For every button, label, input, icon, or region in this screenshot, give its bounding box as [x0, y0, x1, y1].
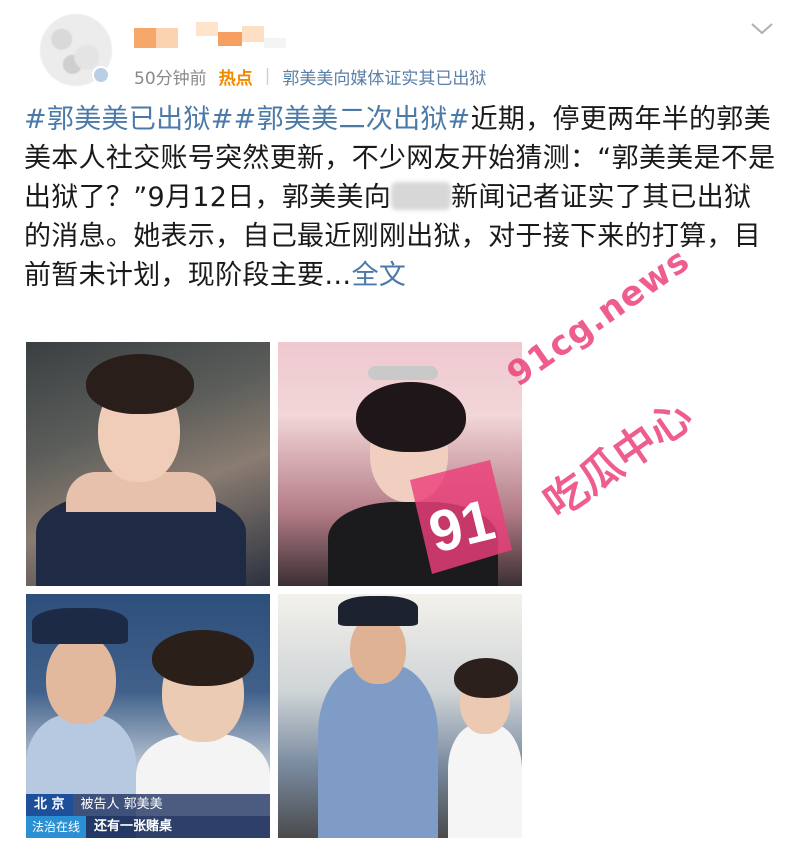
hashtag-link[interactable]: #郭美美已出狱# — [24, 104, 234, 135]
officer-body — [318, 664, 438, 838]
photo-subject-hair — [454, 658, 518, 698]
post-time: 50分钟前 — [134, 68, 207, 89]
photo-subject-hair — [152, 630, 254, 686]
verified-badge-icon — [92, 66, 110, 84]
meta-separator: | — [264, 66, 271, 86]
redacted-media-name — [391, 182, 452, 210]
hot-label[interactable]: 热点 — [219, 64, 253, 89]
post-meta: 50分钟前 热点 | 郭美美向媒体证实其已出狱 — [134, 62, 486, 90]
hashtag-link[interactable]: #郭美美二次出狱# — [234, 104, 471, 135]
officer-face — [46, 634, 116, 724]
topic-link[interactable]: 郭美美向媒体证实其已出狱 — [282, 64, 486, 89]
sunglasses — [368, 366, 438, 380]
post-photo[interactable]: 北 京 被告人 郭美美 法治在线 还有一张赌桌 — [26, 594, 270, 838]
officer-cap — [338, 596, 418, 626]
post-body: #郭美美已出狱##郭美美二次出狱#近期，停更两年半的郭美美本人社交账号突然更新，… — [24, 100, 776, 295]
officer-cap — [32, 608, 128, 644]
post-photo[interactable] — [278, 594, 522, 838]
chevron-down-icon[interactable] — [750, 22, 774, 36]
photo-subject-hair — [356, 382, 466, 452]
watermark-name: 吃瓜中心 — [535, 391, 701, 528]
news-banner: 北 京 被告人 郭美美 — [26, 794, 270, 816]
username-redacted[interactable] — [134, 22, 304, 52]
post-photo[interactable] — [26, 342, 270, 586]
news-caption: 被告人 郭美美 — [72, 794, 270, 816]
full-text-link[interactable]: 全文 — [352, 260, 407, 291]
news-subtitle-bar: 法治在线 还有一张赌桌 — [26, 816, 270, 838]
news-logo: 法治在线 — [26, 816, 87, 838]
photo-subject-body — [448, 724, 522, 838]
news-subtitle: 还有一张赌桌 — [86, 816, 270, 838]
news-city-label: 北 京 — [26, 794, 73, 816]
photo-subject-hair — [86, 354, 194, 414]
post-photo[interactable] — [278, 342, 522, 586]
photo-subject-body — [328, 502, 498, 586]
